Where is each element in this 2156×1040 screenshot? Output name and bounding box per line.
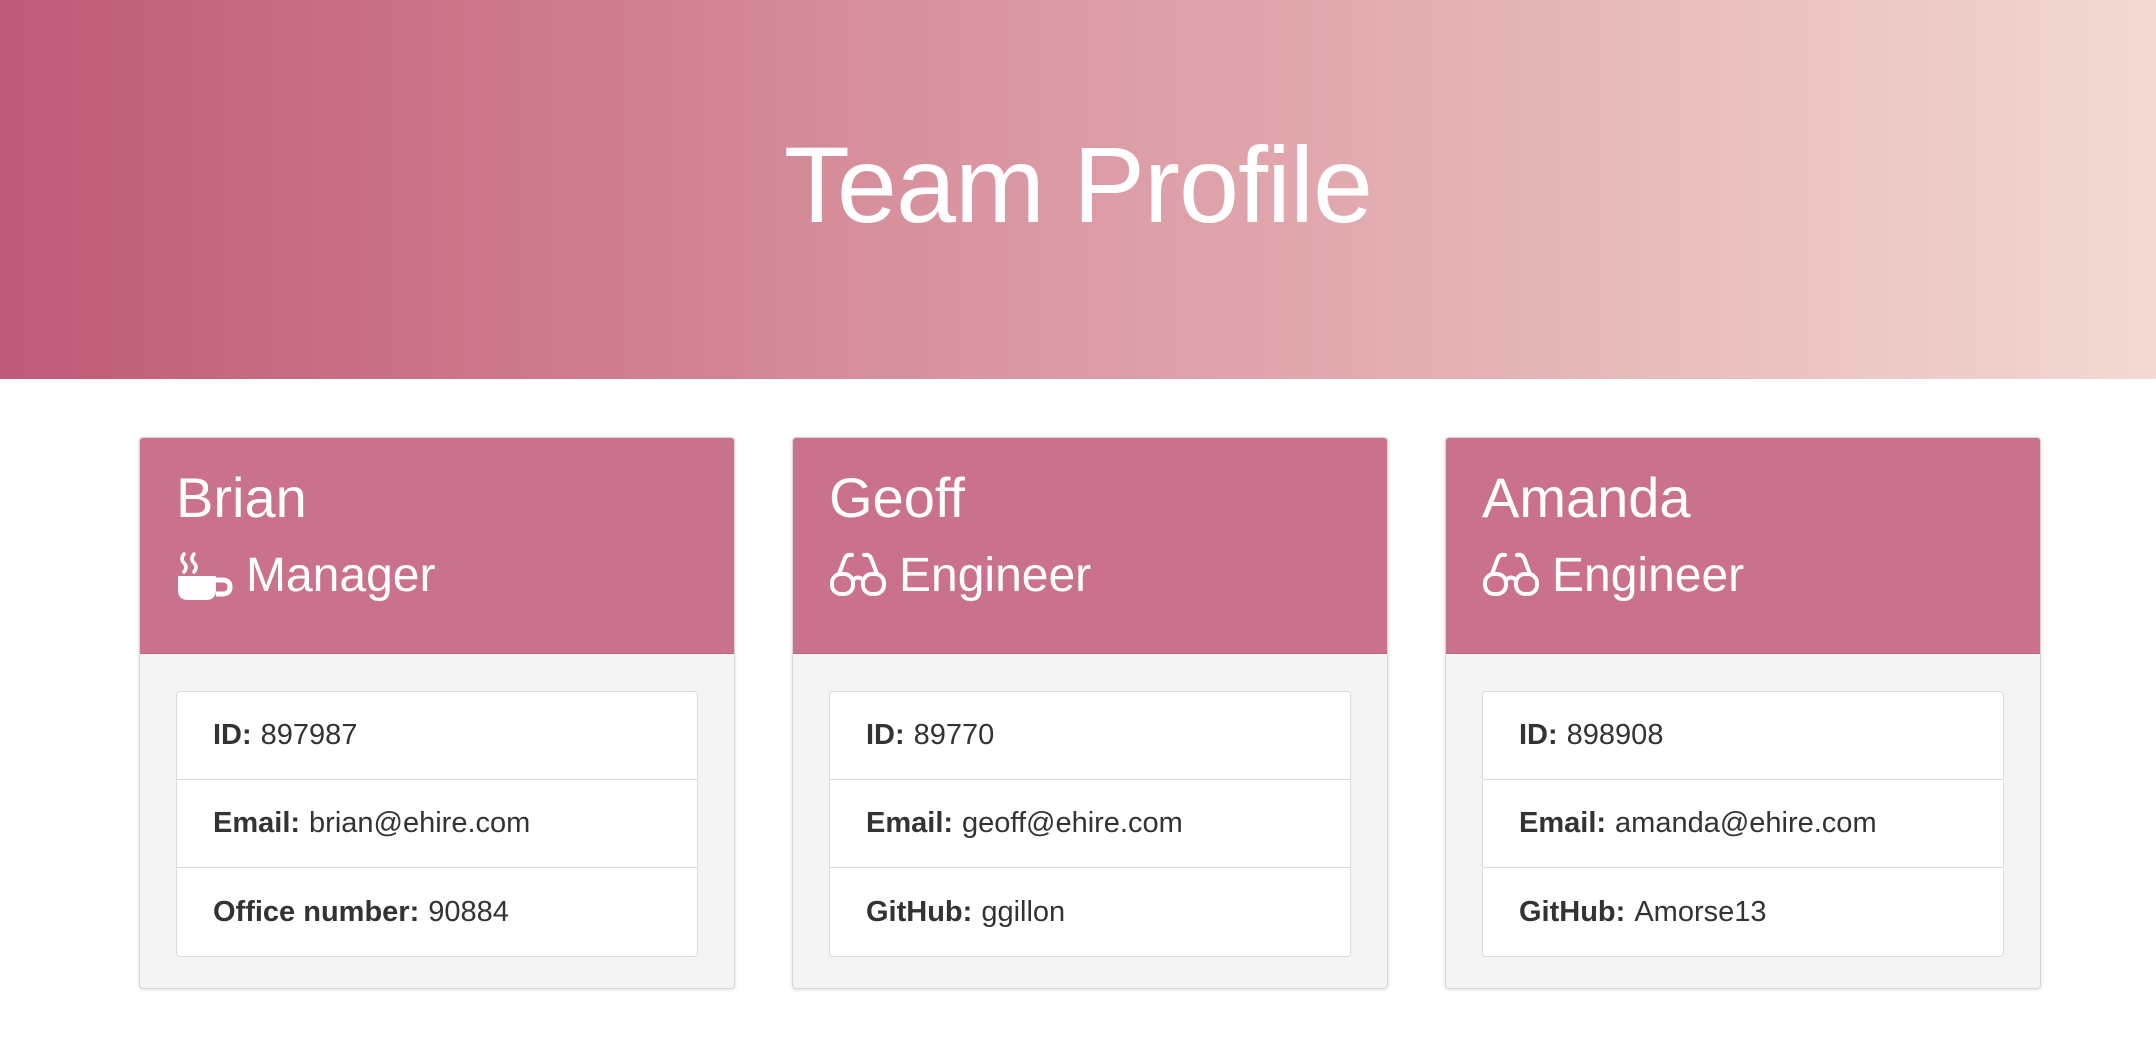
employee-card: Brian Manager ID: 897987 Email: brian@eh… xyxy=(139,437,735,989)
role-label: Engineer xyxy=(899,549,1092,602)
employee-name: Geoff xyxy=(829,466,965,529)
employee-card: Geoff Engineer ID: 89770 Email: geoff@eh… xyxy=(792,437,1388,989)
details-list: ID: 898908 Email: amanda@ehire.com GitHu… xyxy=(1482,691,2004,957)
details-list: ID: 89770 Email: geoff@ehire.com GitHub:… xyxy=(829,691,1351,957)
list-item: Email: geoff@ehire.com xyxy=(830,780,1350,868)
list-item: Email: brian@ehire.com xyxy=(177,780,697,868)
field-label: Email: xyxy=(866,807,954,839)
field-label: Email: xyxy=(213,807,301,839)
field-value: 90884 xyxy=(428,895,509,928)
field-value: brian@ehire.com xyxy=(309,807,531,839)
mug-icon xyxy=(176,550,234,602)
employee-name: Amanda xyxy=(1482,466,1691,529)
list-item: Office number: 90884 xyxy=(177,868,697,956)
employee-role: Engineer xyxy=(1482,548,2040,604)
glasses-icon xyxy=(1482,550,1540,602)
card-header: Brian Manager xyxy=(140,438,734,654)
employee-role: Manager xyxy=(176,548,734,604)
role-label: Manager xyxy=(246,549,436,602)
role-label: Engineer xyxy=(1552,549,1745,602)
field-value: 897987 xyxy=(260,719,358,751)
card-header: Amanda Engineer xyxy=(1446,438,2040,654)
github-link[interactable]: ggillon xyxy=(981,896,1065,929)
list-item: GitHub: Amorse13 xyxy=(1483,868,2003,956)
page-title: Team Profile xyxy=(783,124,1373,245)
list-item: ID: 897987 xyxy=(177,692,697,780)
github-link[interactable]: Amorse13 xyxy=(1634,896,1766,929)
field-label: ID: xyxy=(866,719,905,751)
field-label: ID: xyxy=(1519,719,1558,751)
list-item: ID: 898908 xyxy=(1483,692,2003,780)
field-label: Email: xyxy=(1519,807,1607,839)
list-item: Email: amanda@ehire.com xyxy=(1483,780,2003,868)
field-value: 898908 xyxy=(1566,719,1664,751)
email-link[interactable]: geoff@ehire.com xyxy=(962,807,1183,840)
field-value: 89770 xyxy=(913,719,995,751)
list-item: GitHub: ggillon xyxy=(830,868,1350,956)
employee-role: Engineer xyxy=(829,548,1387,604)
field-label: ID: xyxy=(213,719,252,751)
details-list: ID: 897987 Email: brian@ehire.com Office… xyxy=(176,691,698,957)
field-label: GitHub: xyxy=(866,895,973,928)
email-link[interactable]: amanda@ehire.com xyxy=(1615,807,1877,840)
field-label: Office number: xyxy=(213,895,420,928)
glasses-icon xyxy=(829,550,887,602)
employee-name: Brian xyxy=(176,466,307,529)
employee-card: Amanda Engineer ID: 898908 Email: amanda… xyxy=(1445,437,2041,989)
field-label: GitHub: xyxy=(1519,895,1626,928)
header-banner: Team Profile xyxy=(0,0,2156,379)
card-header: Geoff Engineer xyxy=(793,438,1387,654)
list-item: ID: 89770 xyxy=(830,692,1350,780)
